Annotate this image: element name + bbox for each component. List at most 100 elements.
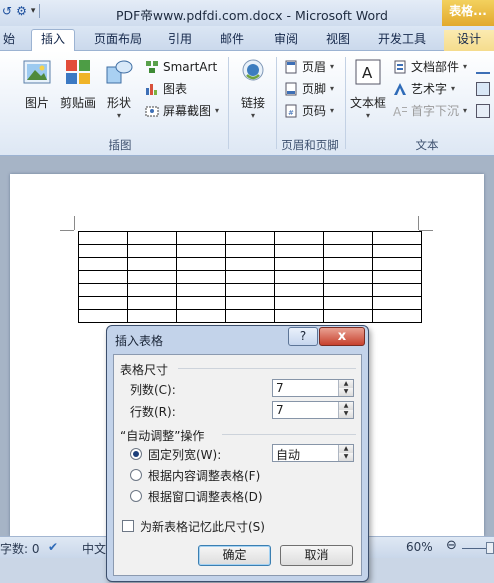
- textbox-button[interactable]: A 文本框 ▾: [348, 57, 388, 120]
- tab-home[interactable]: 始: [0, 30, 18, 51]
- fit-content-label[interactable]: 根据内容调整表格(F): [148, 467, 260, 484]
- table-cell[interactable]: [176, 231, 226, 245]
- table-row[interactable]: [78, 244, 422, 258]
- tab-references[interactable]: 引用: [162, 30, 198, 51]
- header-button[interactable]: 页眉 ▾: [284, 58, 334, 76]
- page-number-button[interactable]: # 页码 ▾: [284, 102, 334, 120]
- spin-up-icon[interactable]: ▲: [338, 380, 353, 388]
- table-cell[interactable]: [323, 296, 373, 310]
- smartart-button[interactable]: SmartArt: [145, 58, 217, 76]
- table-cell[interactable]: [127, 244, 177, 258]
- table-cell[interactable]: [372, 231, 422, 245]
- table-cell[interactable]: [176, 296, 226, 310]
- table-cell[interactable]: [127, 231, 177, 245]
- table-cell[interactable]: [127, 283, 177, 297]
- picture-button[interactable]: 图片: [20, 57, 54, 111]
- table-cell[interactable]: [372, 296, 422, 310]
- fit-content-radio[interactable]: [130, 469, 142, 481]
- table-cell[interactable]: [78, 270, 128, 284]
- table-cell[interactable]: [225, 309, 275, 323]
- fit-window-label[interactable]: 根据窗口调整表格(D): [148, 488, 263, 505]
- quick-parts-button[interactable]: 文档部件 ▾: [393, 58, 467, 76]
- fit-window-radio[interactable]: [130, 490, 142, 502]
- shapes-button[interactable]: 形状 ▾: [104, 57, 134, 120]
- remember-size-checkbox[interactable]: [122, 520, 134, 532]
- tab-review[interactable]: 审阅: [268, 30, 304, 51]
- rows-spinner[interactable]: 7 ▲ ▼: [272, 401, 354, 419]
- table-tools-context-title[interactable]: 表格...: [442, 0, 494, 26]
- fixed-width-radio[interactable]: [130, 448, 142, 460]
- table-cell[interactable]: [127, 270, 177, 284]
- chart-button[interactable]: 图表: [145, 80, 187, 98]
- table-cell[interactable]: [274, 309, 324, 323]
- table-cell[interactable]: [323, 309, 373, 323]
- zoom-out-icon[interactable]: ⊖: [446, 538, 457, 553]
- object-icon[interactable]: [476, 102, 490, 120]
- table-cell[interactable]: [274, 296, 324, 310]
- table-row[interactable]: [78, 257, 422, 271]
- screenshot-button[interactable]: 屏幕截图 ▾: [145, 102, 219, 120]
- table-cell[interactable]: [323, 283, 373, 297]
- spin-down-icon[interactable]: ▼: [338, 453, 353, 461]
- cancel-button[interactable]: 取消: [280, 545, 353, 566]
- document-table[interactable]: [78, 231, 422, 323]
- properties-icon[interactable]: ⚙: [16, 4, 27, 18]
- fixed-width-value[interactable]: 自动: [276, 446, 300, 463]
- table-cell[interactable]: [274, 283, 324, 297]
- table-cell[interactable]: [225, 270, 275, 284]
- table-cell[interactable]: [78, 296, 128, 310]
- datetime-icon[interactable]: [476, 80, 490, 98]
- table-cell[interactable]: [78, 257, 128, 271]
- tab-page-layout[interactable]: 页面布局: [88, 30, 148, 51]
- table-row[interactable]: [78, 270, 422, 284]
- table-cell[interactable]: [274, 231, 324, 245]
- table-cell[interactable]: [323, 244, 373, 258]
- table-cell[interactable]: [225, 257, 275, 271]
- tab-view[interactable]: 视图: [320, 30, 356, 51]
- wordart-button[interactable]: 艺术字 ▾: [393, 80, 455, 98]
- links-button[interactable]: 链接 ▾: [236, 57, 270, 120]
- proofing-icon[interactable]: ✔: [48, 540, 58, 554]
- table-cell[interactable]: [176, 244, 226, 258]
- table-row[interactable]: [78, 309, 422, 323]
- table-cell[interactable]: [176, 309, 226, 323]
- table-cell[interactable]: [323, 257, 373, 271]
- table-cell[interactable]: [225, 231, 275, 245]
- drop-cap-button[interactable]: A 首字下沉 ▾: [393, 102, 467, 120]
- table-cell[interactable]: [274, 257, 324, 271]
- table-cell[interactable]: [127, 296, 177, 310]
- zoom-level[interactable]: 60%: [406, 540, 433, 554]
- fixed-width-label[interactable]: 固定列宽(W):: [148, 446, 221, 463]
- table-cell[interactable]: [372, 270, 422, 284]
- table-cell[interactable]: [78, 283, 128, 297]
- language-indicator[interactable]: 中文: [82, 540, 106, 557]
- table-cell[interactable]: [372, 257, 422, 271]
- table-cell[interactable]: [274, 244, 324, 258]
- table-cell[interactable]: [323, 270, 373, 284]
- table-row[interactable]: [78, 231, 422, 245]
- word-count[interactable]: 字数: 0: [0, 540, 40, 557]
- close-button[interactable]: x: [319, 327, 365, 346]
- zoom-slider-thumb[interactable]: [486, 542, 494, 554]
- spin-up-icon[interactable]: ▲: [338, 445, 353, 453]
- remember-size-label[interactable]: 为新表格记忆此尺寸(S): [140, 518, 265, 535]
- undo-icon[interactable]: ↺: [2, 4, 12, 18]
- columns-value[interactable]: 7: [276, 381, 284, 395]
- spin-down-icon[interactable]: ▼: [338, 410, 353, 418]
- tab-insert[interactable]: 插入: [31, 29, 75, 51]
- table-row[interactable]: [78, 296, 422, 310]
- table-cell[interactable]: [127, 257, 177, 271]
- table-cell[interactable]: [78, 231, 128, 245]
- tab-developer[interactable]: 开发工具: [372, 30, 432, 51]
- spin-down-icon[interactable]: ▼: [338, 388, 353, 396]
- table-cell[interactable]: [323, 231, 373, 245]
- table-cell[interactable]: [274, 270, 324, 284]
- rows-value[interactable]: 7: [276, 403, 284, 417]
- ok-button[interactable]: 确定: [198, 545, 271, 566]
- help-button[interactable]: ?: [288, 327, 318, 346]
- table-cell[interactable]: [225, 283, 275, 297]
- signature-line-icon[interactable]: [476, 58, 490, 76]
- table-cell[interactable]: [225, 244, 275, 258]
- table-cell[interactable]: [78, 309, 128, 323]
- table-row[interactable]: [78, 283, 422, 297]
